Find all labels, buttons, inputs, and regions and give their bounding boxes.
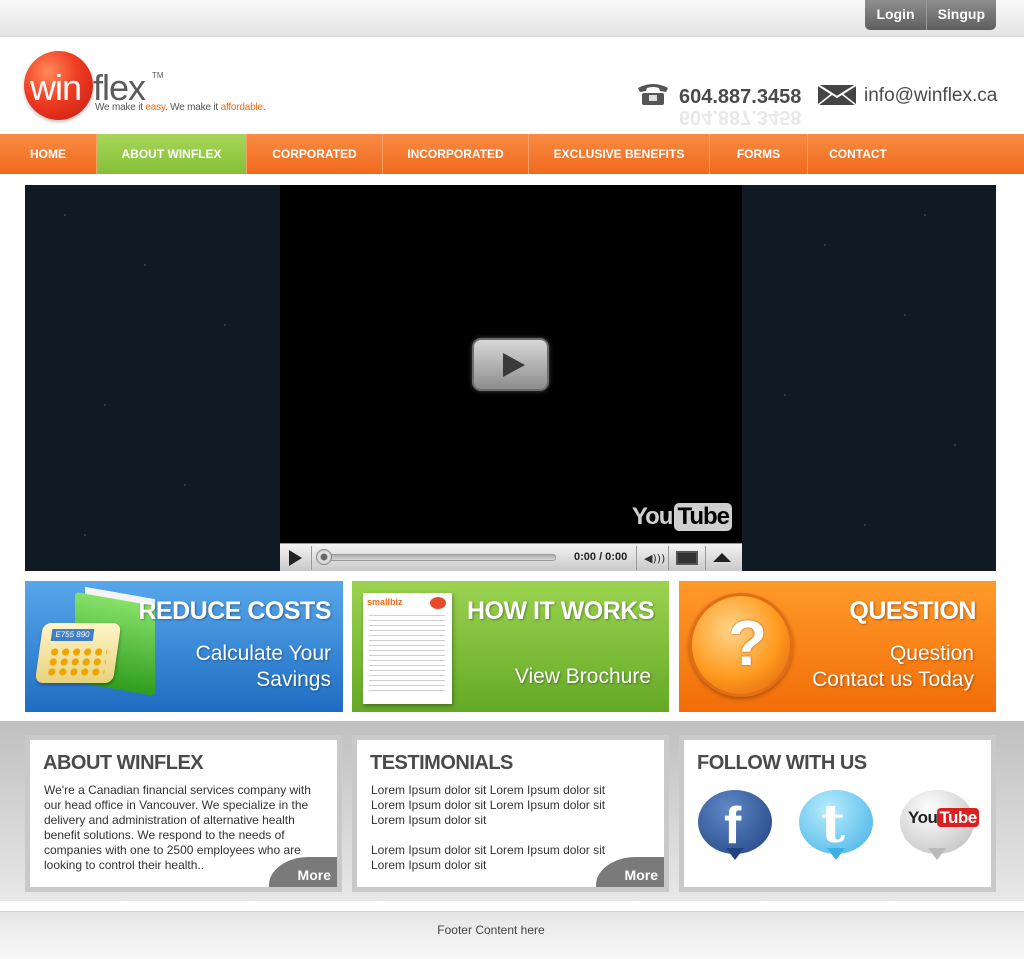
tile-title: REDUCE COSTS — [138, 597, 331, 625]
control-separator — [636, 546, 637, 570]
youtube-logo-you: You — [631, 503, 674, 530]
envelope-icon — [817, 84, 857, 106]
tile-subtitle-line2: Savings — [256, 668, 331, 691]
phone-icon — [638, 84, 668, 105]
twitter-icon[interactable]: t — [797, 790, 875, 860]
calculator-display: E755 890 — [50, 629, 95, 641]
brochure-heading: smallbiz — [367, 597, 403, 607]
twitter-glyph: t — [821, 794, 846, 855]
question-bubble-icon: ? — [689, 593, 793, 697]
tile-subtitle-line1: Calculate Your — [195, 642, 331, 665]
email-link[interactable]: info@winflex.ca — [864, 85, 997, 107]
phone-number-reflection: 604.887.3458 — [679, 106, 802, 128]
brochure-frog-icon — [430, 597, 446, 609]
main-nav: HOME ABOUT WINFLEX CORPORATED INCORPORAT… — [0, 134, 1024, 174]
calculator-icon: E755 890 — [34, 623, 122, 683]
tile-how-it-works[interactable]: smallbiz HOW IT WORKS View Brochure — [352, 581, 669, 712]
youtube-glyph-tube: Tube — [937, 808, 979, 827]
question-mark-glyph: ? — [728, 607, 768, 679]
facebook-glyph: f — [724, 797, 742, 855]
testimonial-paragraph: Lorem Ipsum dolor sit Lorem Ipsum dolor … — [371, 843, 606, 872]
footer-text: Footer Content here — [437, 923, 545, 937]
brochure-text-lines — [369, 615, 445, 695]
top-bar: Login Singup — [0, 0, 1024, 37]
tile-reduce-costs[interactable]: E755 890 REDUCE COSTS Calculate Your Sav… — [25, 581, 343, 712]
volume-icon[interactable]: ◀︎))) — [644, 552, 665, 565]
tile-subtitle-line1: Question — [889, 642, 974, 665]
auth-buttons: Login Singup — [865, 0, 996, 30]
brochure-thumbnail: smallbiz — [363, 593, 452, 704]
nav-corporated[interactable]: CORPORATED — [247, 134, 383, 174]
card-title: TESTIMONIALS — [370, 752, 513, 774]
progress-scrubber[interactable] — [316, 549, 332, 565]
login-button[interactable]: Login — [865, 0, 927, 30]
card-title: FOLLOW WITH US — [697, 752, 867, 774]
tagline-part1: We make it — [95, 102, 146, 113]
calculator-keys — [45, 647, 108, 677]
progress-track[interactable] — [318, 554, 556, 561]
youtube-bubble-tail — [928, 848, 946, 860]
youtube-glyph-you: You — [908, 808, 938, 827]
site-header: win flex TM We make it easy. We make it … — [0, 37, 1024, 134]
site-footer: Footer Content here — [0, 911, 1024, 959]
play-button[interactable] — [472, 338, 549, 391]
control-separator — [668, 546, 669, 570]
fullscreen-icon[interactable] — [676, 551, 698, 565]
nav-incorporated[interactable]: INCORPORATED — [383, 134, 529, 174]
youtube-logo[interactable]: You Tube — [632, 503, 732, 531]
nav-forms[interactable]: FORMS — [710, 134, 808, 174]
control-separator — [311, 546, 312, 570]
tile-question[interactable]: ? QUESTION Question Contact us Today — [679, 581, 996, 712]
tile-title: HOW IT WORKS — [466, 597, 655, 625]
card-body: We're a Canadian financial services comp… — [44, 783, 311, 872]
tile-subtitle-line1: View Brochure — [514, 665, 651, 688]
time-display: 0:00 / 0:00 — [574, 551, 628, 563]
card-title: ABOUT WINFLEX — [43, 752, 204, 774]
play-icon — [503, 353, 525, 377]
nav-exclusive-benefits[interactable]: EXCLUSIVE BENEFITS — [529, 134, 710, 174]
card-testimonials: TESTIMONIALS Lorem Ipsum dolor sit Lorem… — [352, 735, 669, 892]
nav-home[interactable]: HOME — [0, 134, 97, 174]
tagline-easy: easy — [145, 102, 166, 113]
menu-expand-icon[interactable] — [713, 553, 731, 562]
logo-trademark: TM — [152, 71, 164, 80]
facebook-icon[interactable]: f — [696, 790, 774, 860]
player-controls: 0:00 / 0:00 ◀︎))) — [280, 543, 742, 571]
nav-about-winflex[interactable]: ABOUT WINFLEX — [97, 134, 247, 174]
tagline: We make it easy. We make it affordable. — [95, 102, 266, 113]
youtube-glyph: You Tube — [908, 808, 979, 828]
card-about-winflex: ABOUT WINFLEX We're a Canadian financial… — [25, 735, 342, 892]
tile-subtitle-line2: Contact us Today — [812, 668, 974, 691]
tagline-end: . — [262, 102, 266, 113]
youtube-icon[interactable]: You Tube — [898, 790, 979, 860]
card-body: Lorem Ipsum dolor sit Lorem Ipsum dolor … — [371, 783, 631, 888]
control-separator — [705, 546, 706, 570]
tagline-affordable: affordable — [220, 102, 264, 113]
tagline-part2: . We make it — [165, 102, 221, 113]
youtube-player[interactable]: You Tube 0:00 / 0:00 ◀︎))) — [280, 185, 742, 571]
tile-title: QUESTION — [849, 597, 976, 625]
nav-contact[interactable]: CONTACT — [808, 134, 908, 174]
signup-button[interactable]: Singup — [926, 0, 996, 30]
video-banner: You Tube 0:00 / 0:00 ◀︎))) — [25, 185, 996, 571]
logo-text-win: win — [30, 67, 82, 108]
youtube-logo-tube: Tube — [674, 503, 732, 531]
control-play-icon[interactable] — [289, 550, 302, 566]
card-follow-with-us: FOLLOW WITH US f t You Tube — [679, 735, 996, 892]
testimonial-paragraph: Lorem Ipsum dolor sit Lorem Ipsum dolor … — [371, 783, 606, 827]
